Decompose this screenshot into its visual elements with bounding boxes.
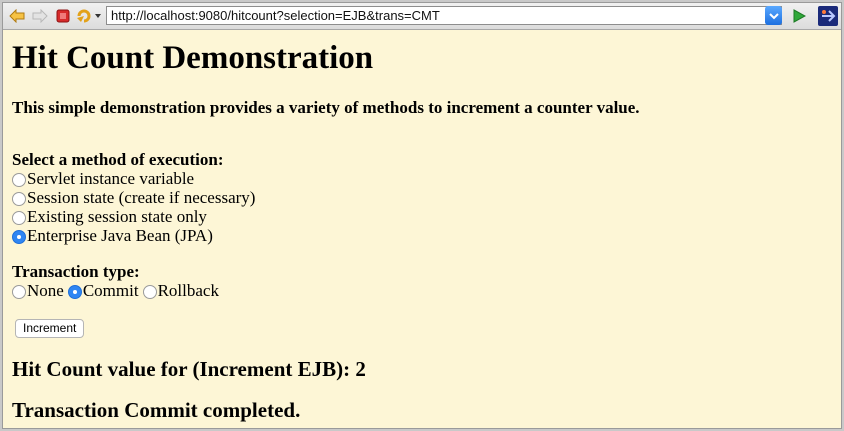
transaction-option-rollback[interactable]: Rollback xyxy=(142,281,219,301)
intro-text: This simple demonstration provides a var… xyxy=(12,98,640,117)
transaction-result: Transaction Commit completed. xyxy=(12,398,301,422)
method-option-ejb[interactable]: Enterprise Java Bean (JPA) xyxy=(12,226,213,246)
radio-button-selected[interactable] xyxy=(12,230,26,244)
stop-icon[interactable] xyxy=(54,6,72,26)
method-option-label: Existing session state only xyxy=(27,207,207,226)
transaction-option-label: Rollback xyxy=(157,281,219,300)
address-bar-input[interactable]: http://localhost:9080/hitcount?selection… xyxy=(106,6,782,25)
radio-button[interactable] xyxy=(12,192,26,206)
radio-button[interactable] xyxy=(142,285,157,299)
eclipse-logo-icon xyxy=(817,6,839,26)
transaction-option-commit[interactable]: Commit xyxy=(67,281,139,301)
radio-button-selected[interactable] xyxy=(67,285,82,299)
refresh-icon[interactable] xyxy=(76,6,102,26)
method-option-session-existing[interactable]: Existing session state only xyxy=(12,207,207,227)
radio-button[interactable] xyxy=(12,211,26,225)
method-option-servlet[interactable]: Servlet instance variable xyxy=(12,169,194,189)
radio-button[interactable] xyxy=(12,173,26,187)
transaction-option-label: None xyxy=(27,281,64,300)
browser-toolbar: http://localhost:9080/hitcount?selection… xyxy=(3,3,841,30)
page-title: Hit Count Demonstration xyxy=(12,40,374,76)
transaction-option-none[interactable]: None xyxy=(12,281,64,301)
transaction-option-label: Commit xyxy=(82,281,139,300)
back-arrow-icon[interactable] xyxy=(8,6,26,26)
method-option-label: Enterprise Java Bean (JPA) xyxy=(27,226,213,245)
method-section-label: Select a method of execution: xyxy=(12,150,224,169)
increment-button[interactable]: Increment xyxy=(15,319,85,338)
radio-button[interactable] xyxy=(12,285,26,299)
hit-count-result: Hit Count value for (Increment EJB): 2 xyxy=(12,357,366,381)
transaction-section-label: Transaction type: xyxy=(12,262,140,281)
method-option-label: Session state (create if necessary) xyxy=(27,188,256,207)
forward-arrow-icon[interactable] xyxy=(31,6,49,26)
transaction-options: None Commit Rollback xyxy=(12,281,223,301)
method-option-label: Servlet instance variable xyxy=(27,169,195,188)
chevron-down-icon[interactable] xyxy=(765,6,782,25)
browser-window: http://localhost:9080/hitcount?selection… xyxy=(2,2,842,429)
go-icon[interactable] xyxy=(789,6,809,26)
method-option-session-create[interactable]: Session state (create if necessary) xyxy=(12,188,255,208)
page-content: Hit Count Demonstration This simple demo… xyxy=(3,30,841,428)
